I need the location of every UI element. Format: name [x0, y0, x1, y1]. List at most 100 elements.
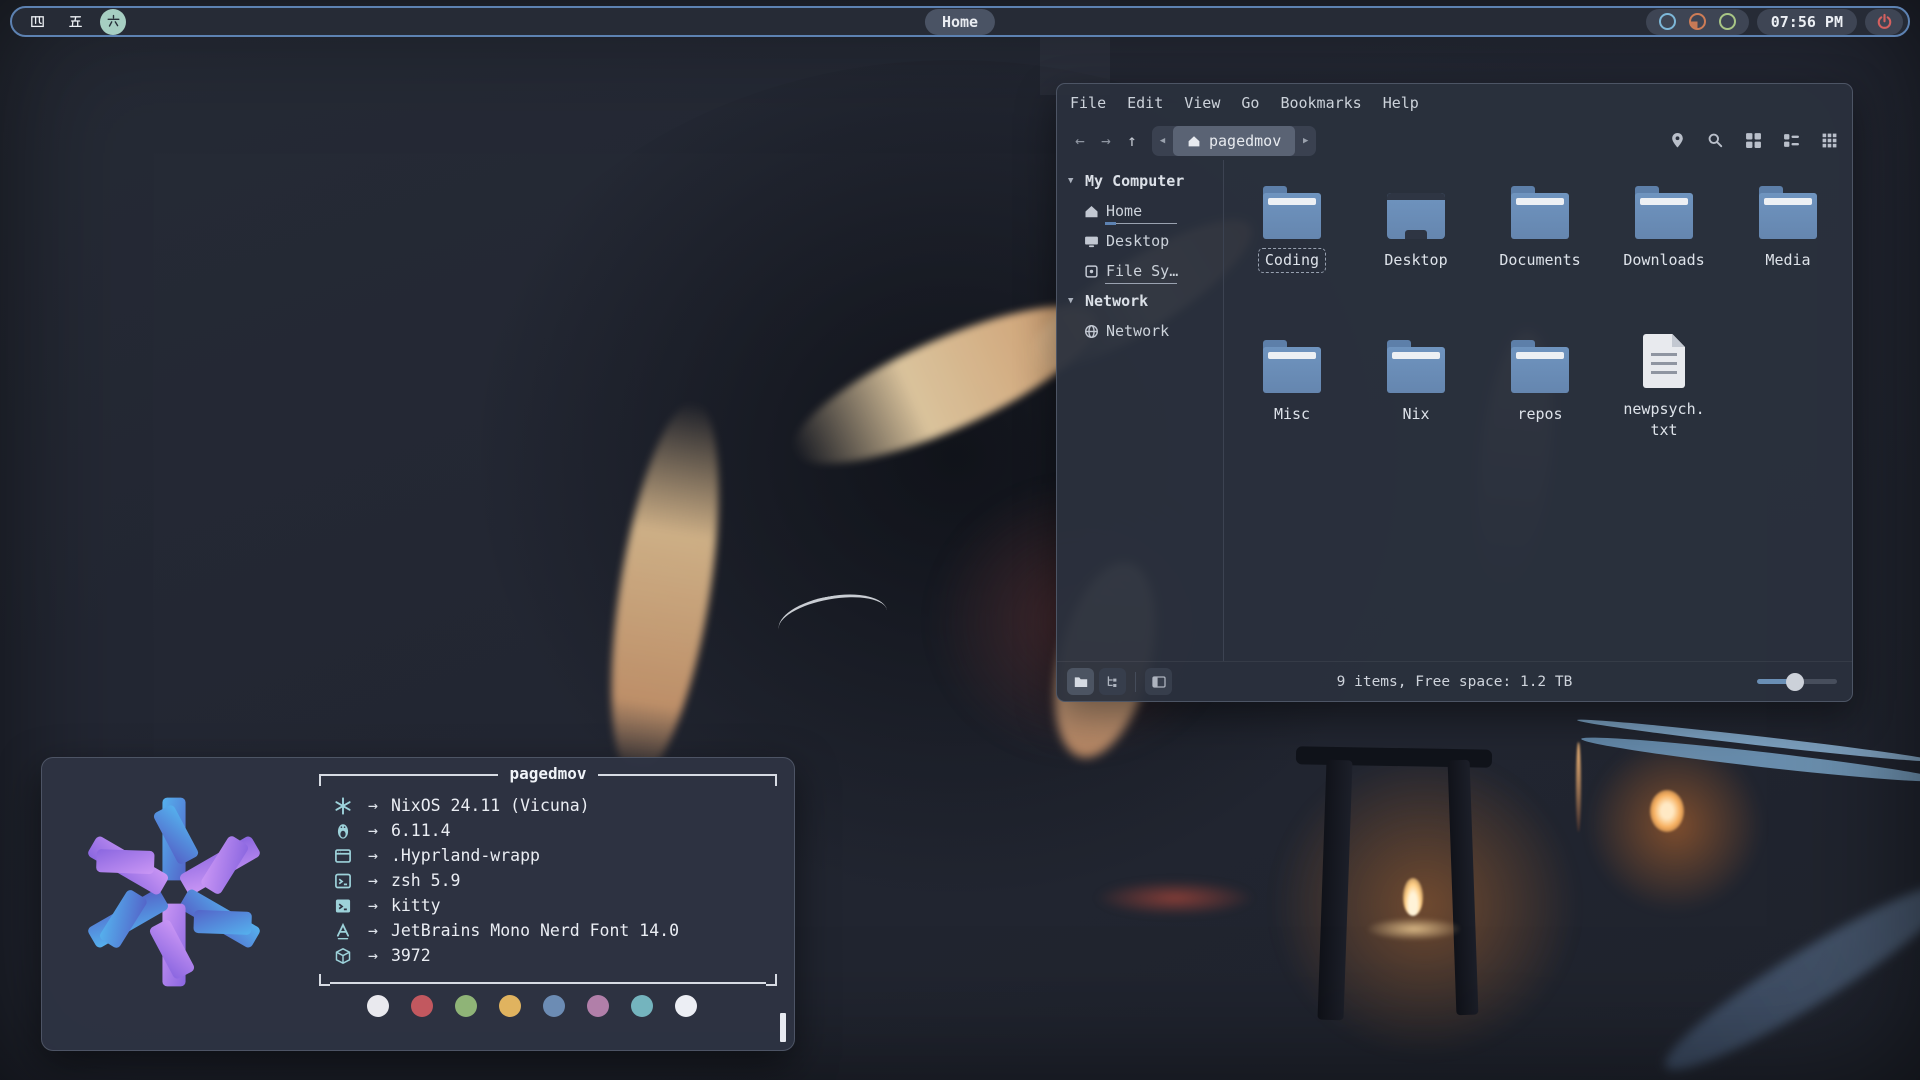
fetch-box-bottom [319, 974, 777, 986]
file-misc[interactable]: Misc [1234, 341, 1350, 425]
clock: 07:56 PM [1757, 9, 1857, 35]
forward-button[interactable]: → [1093, 128, 1119, 154]
search-button[interactable] [1707, 132, 1724, 149]
file-repos[interactable]: repos [1482, 341, 1598, 425]
file-desktop[interactable]: Desktop [1358, 187, 1474, 271]
slider-handle[interactable] [1786, 673, 1804, 691]
search-icon [1707, 132, 1724, 149]
folder-icon [1635, 193, 1693, 239]
zoom-slider[interactable] [1757, 679, 1837, 684]
power-button[interactable] [1865, 9, 1903, 35]
home-icon [1084, 204, 1099, 219]
toggle-side-pane-button[interactable] [1145, 668, 1172, 695]
workspace-5[interactable] [62, 9, 88, 35]
file-label: Media [1760, 250, 1815, 271]
fetch-value: NixOS 24.11 (Vicuna) [391, 796, 590, 815]
sidebar-item-desktop[interactable]: Desktop [1057, 226, 1223, 256]
file-documents[interactable]: Documents [1482, 187, 1598, 271]
tree-pane-icon [1105, 674, 1121, 690]
sidebar-item-label: File Sy… [1106, 262, 1178, 280]
tree-pane-button[interactable] [1099, 668, 1126, 695]
file-label: Documents [1494, 250, 1585, 271]
terminal-window: pagedmov → NixOS 24.11 (Vicuna) → 6.11.4 [41, 757, 795, 1051]
workspace-6-active[interactable] [100, 9, 126, 35]
menu-help[interactable]: Help [1383, 94, 1419, 112]
desktop: Home 07:56 PM File Edit View Go Bookmark… [0, 0, 1920, 1080]
expander-icon[interactable]: ▼ [1068, 296, 1078, 306]
font-icon [334, 922, 356, 940]
fetch-title: pagedmov [509, 766, 586, 782]
sidebar-item-home[interactable]: Home [1057, 196, 1223, 226]
expander-icon[interactable]: ▼ [1068, 176, 1078, 186]
filesystem-icon [1084, 264, 1099, 279]
file-nix[interactable]: Nix [1358, 341, 1474, 425]
arrow-icon: → [368, 871, 378, 890]
status-bar: 9 items, Free space: 1.2 TB [1057, 661, 1852, 701]
kernel-icon [334, 822, 356, 840]
sidebar-item-label: Desktop [1106, 232, 1169, 250]
file-coding[interactable]: Coding [1234, 187, 1350, 271]
arrow-icon: → [368, 796, 378, 815]
home-icon [1187, 134, 1201, 148]
arrow-icon: → [368, 946, 378, 965]
fetch-value: .Hyprland-wrapp [391, 846, 540, 865]
path-scroll-left-button[interactable]: ◀ [1152, 126, 1173, 156]
toolbar-right [1669, 121, 1838, 160]
palette-dot-white [367, 995, 389, 1017]
packages-icon [334, 947, 356, 965]
folder-icon [1263, 193, 1321, 239]
menu-edit[interactable]: Edit [1127, 94, 1163, 112]
fastfetch-output: pagedmov → NixOS 24.11 (Vicuna) → 6.11.4 [319, 774, 777, 986]
location-button[interactable] [1669, 132, 1686, 149]
file-manager-window: File Edit View Go Bookmarks Help ← → ↑ ◀… [1056, 83, 1853, 702]
sidebar-item-network[interactable]: Network [1057, 316, 1223, 346]
sidebar-section-my-computer[interactable]: ▼ My Computer [1057, 166, 1223, 196]
path-scroll-right-button[interactable]: ▶ [1295, 126, 1316, 156]
text-file-icon [1643, 334, 1685, 388]
terminal-cursor[interactable] [780, 1013, 786, 1042]
menu-bar: File Edit View Go Bookmarks Help [1057, 84, 1852, 121]
folder-icon [1759, 193, 1817, 239]
places-pane-button[interactable] [1067, 668, 1094, 695]
status-indicators[interactable] [1646, 9, 1749, 35]
path-segment-home[interactable]: pagedmov [1173, 126, 1295, 156]
sidebar-item-label: Home [1106, 202, 1142, 220]
nixos-icon [334, 797, 356, 815]
menu-go[interactable]: Go [1241, 94, 1259, 112]
location-pin-icon [1669, 132, 1686, 149]
indicator-circle-3 [1719, 13, 1736, 30]
chevron-left-icon: ◀ [1160, 136, 1165, 146]
file-media[interactable]: Media [1730, 187, 1846, 271]
file-label: newpsych.txt [1614, 399, 1714, 441]
list-view-button[interactable] [1783, 132, 1800, 149]
menu-file[interactable]: File [1070, 94, 1106, 112]
fetch-line-kernel: → 6.11.4 [334, 818, 777, 843]
folder-pane-icon [1073, 674, 1089, 690]
sidebar-item-filesystem[interactable]: File Sy… [1057, 256, 1223, 286]
fetch-line-packages: → 3972 [334, 943, 777, 968]
menu-view[interactable]: View [1184, 94, 1220, 112]
file-downloads[interactable]: Downloads [1606, 187, 1722, 271]
file-view[interactable]: Coding Desktop Documents Downloads Media [1225, 160, 1852, 661]
back-button[interactable]: ← [1067, 128, 1093, 154]
palette-dot-blue [543, 995, 565, 1017]
path-bar: ◀ pagedmov ▶ [1152, 126, 1316, 156]
workspace-4[interactable] [24, 9, 50, 35]
fetch-line-font: → JetBrains Mono Nerd Font 14.0 [334, 918, 777, 943]
up-button[interactable]: ↑ [1119, 128, 1145, 154]
folder-icon [1263, 347, 1321, 393]
indicator-circle-2 [1689, 13, 1706, 30]
compact-view-button[interactable] [1821, 132, 1838, 149]
file-label: repos [1512, 404, 1567, 425]
menu-bookmarks[interactable]: Bookmarks [1280, 94, 1361, 112]
file-newpsych-txt[interactable]: newpsych.txt [1606, 334, 1722, 441]
icon-view-icon [1745, 132, 1762, 149]
file-label: Desktop [1379, 250, 1452, 271]
fetch-value: zsh 5.9 [391, 871, 461, 890]
sidebar: ▼ My Computer Home Desktop [1057, 160, 1224, 661]
fetch-line-shell: → zsh 5.9 [334, 868, 777, 893]
arrow-icon: → [368, 821, 378, 840]
icon-view-button[interactable] [1745, 132, 1762, 149]
fetch-value: JetBrains Mono Nerd Font 14.0 [391, 921, 679, 940]
sidebar-section-network[interactable]: ▼ Network [1057, 286, 1223, 316]
